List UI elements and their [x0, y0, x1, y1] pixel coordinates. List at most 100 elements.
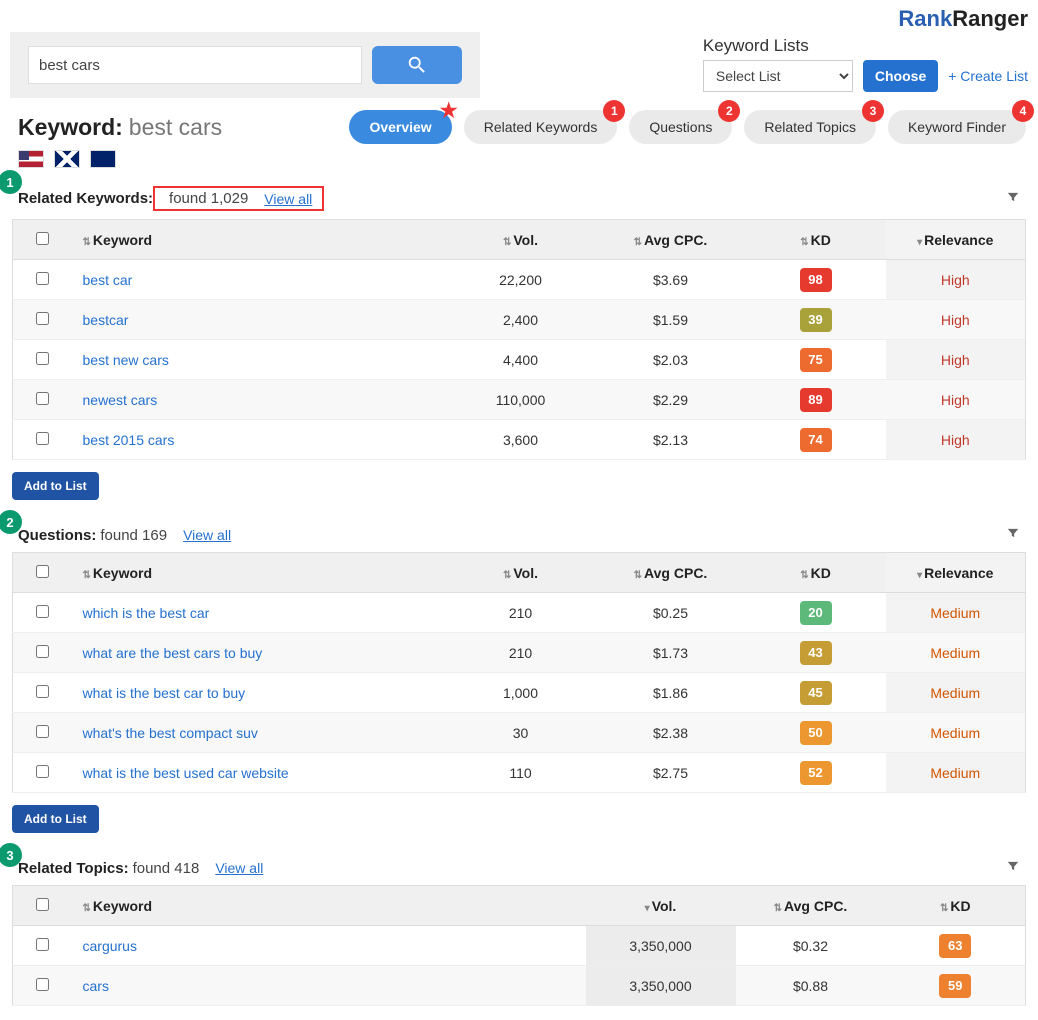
keyword-link[interactable]: best new cars: [83, 352, 169, 368]
row-checkbox[interactable]: [36, 432, 49, 445]
tab-badge: 2: [718, 100, 740, 122]
table-row: what is the best car to buy 1,000 $1.86 …: [13, 673, 1026, 713]
add-to-list-button[interactable]: Add to List: [12, 472, 99, 500]
cpc-cell: $2.75: [596, 753, 746, 793]
row-checkbox[interactable]: [36, 605, 49, 618]
cpc-cell: $2.29: [596, 380, 746, 420]
filter-icon[interactable]: [1006, 859, 1020, 877]
kd-chip: 74: [800, 428, 832, 452]
keyword-link[interactable]: best car: [83, 272, 133, 288]
vol-cell: 3,350,000: [586, 926, 736, 966]
view-all-link[interactable]: View all: [264, 191, 312, 207]
row-checkbox[interactable]: [36, 765, 49, 778]
keyword-link[interactable]: best 2015 cars: [83, 432, 175, 448]
table-row: what is the best used car website 110 $2…: [13, 753, 1026, 793]
relevance-cell: High: [886, 420, 1026, 460]
found-count: found 169: [100, 527, 167, 544]
cpc-cell: $2.03: [596, 340, 746, 380]
table-row: bestcar 2,400 $1.59 39High: [13, 300, 1026, 340]
select-all-checkbox[interactable]: [36, 565, 49, 578]
row-checkbox[interactable]: [36, 272, 49, 285]
select-all-checkbox[interactable]: [36, 232, 49, 245]
section-2: 3Related Topics: found 418View all ⇅Keyw…: [0, 851, 1038, 1006]
cpc-cell: $2.38: [596, 713, 746, 753]
flag-us[interactable]: [18, 150, 44, 168]
add-to-list-button[interactable]: Add to List: [12, 805, 99, 833]
cpc-cell: $1.73: [596, 633, 746, 673]
kd-chip: 75: [800, 348, 832, 372]
kd-chip: 98: [800, 268, 832, 292]
row-checkbox[interactable]: [36, 685, 49, 698]
vol-cell: 2,400: [446, 300, 596, 340]
tab-related-keywords[interactable]: Related Keywords1: [464, 110, 618, 144]
keyword-link[interactable]: what is the best used car website: [83, 765, 289, 781]
select-list-dropdown[interactable]: Select List: [703, 60, 853, 92]
vol-cell: 22,200: [446, 260, 596, 300]
table-row: best new cars 4,400 $2.03 75High: [13, 340, 1026, 380]
keyword-link[interactable]: what's the best compact suv: [83, 725, 258, 741]
kd-chip: 50: [800, 721, 832, 745]
row-checkbox[interactable]: [36, 978, 49, 991]
tab-related-topics[interactable]: Related Topics3: [744, 110, 876, 144]
kd-chip: 43: [800, 641, 832, 665]
select-all-checkbox[interactable]: [36, 898, 49, 911]
keyword-link[interactable]: what is the best car to buy: [83, 685, 246, 701]
cpc-cell: $0.25: [596, 593, 746, 633]
relevance-cell: Medium: [886, 633, 1026, 673]
highlight-box: found 1,029View all: [153, 186, 324, 211]
keyword-lists-title: Keyword Lists: [703, 36, 1028, 56]
vol-cell: 30: [446, 713, 596, 753]
relevance-cell: Medium: [886, 753, 1026, 793]
tab-overview[interactable]: Overview★: [349, 110, 451, 144]
vol-cell: 110: [446, 753, 596, 793]
keyword-link[interactable]: what are the best cars to buy: [83, 645, 263, 661]
keyword-link[interactable]: bestcar: [83, 312, 129, 328]
kd-chip: 45: [800, 681, 832, 705]
flag-au[interactable]: [90, 150, 116, 168]
section-0: 1Related Keywords:found 1,029View all ⇅K…: [0, 178, 1038, 460]
section-title: Related Keywords:: [18, 190, 153, 207]
row-checkbox[interactable]: [36, 312, 49, 325]
found-count: found 418: [133, 860, 200, 877]
choose-list-button[interactable]: Choose: [863, 60, 938, 92]
row-checkbox[interactable]: [36, 352, 49, 365]
vol-cell: 210: [446, 593, 596, 633]
section-title: Questions:: [18, 527, 96, 544]
kd-chip: 89: [800, 388, 832, 412]
create-list-link[interactable]: + Create List: [948, 68, 1028, 84]
keyword-link[interactable]: newest cars: [83, 392, 158, 408]
row-checkbox[interactable]: [36, 645, 49, 658]
filter-icon[interactable]: [1006, 526, 1020, 544]
row-checkbox[interactable]: [36, 392, 49, 405]
relevance-cell: High: [886, 340, 1026, 380]
table-row: what's the best compact suv 30 $2.38 50M…: [13, 713, 1026, 753]
tab-badge: 1: [603, 100, 625, 122]
keyword-link[interactable]: cars: [83, 978, 109, 994]
filter-icon[interactable]: [1006, 190, 1020, 208]
relevance-cell: High: [886, 380, 1026, 420]
tab-questions[interactable]: Questions2: [629, 110, 732, 144]
keyword-link[interactable]: cargurus: [83, 938, 137, 954]
view-all-link[interactable]: View all: [183, 527, 231, 543]
vol-cell: 3,600: [446, 420, 596, 460]
vol-cell: 3,350,000: [586, 966, 736, 1006]
relevance-cell: High: [886, 260, 1026, 300]
relevance-cell: Medium: [886, 593, 1026, 633]
kd-chip: 20: [800, 601, 832, 625]
search-button[interactable]: [372, 46, 462, 84]
vol-cell: 110,000: [446, 380, 596, 420]
cpc-cell: $2.13: [596, 420, 746, 460]
table-row: what are the best cars to buy 210 $1.73 …: [13, 633, 1026, 673]
table-row: best car 22,200 $3.69 98 High: [13, 260, 1026, 300]
tab-keyword-finder[interactable]: Keyword Finder4: [888, 110, 1026, 144]
row-checkbox[interactable]: [36, 938, 49, 951]
cpc-cell: $3.69: [596, 260, 746, 300]
row-checkbox[interactable]: [36, 725, 49, 738]
flag-uk[interactable]: [54, 150, 80, 168]
keyword-search-input[interactable]: [28, 46, 362, 84]
view-all-link[interactable]: View all: [215, 860, 263, 876]
star-icon: ★: [440, 98, 458, 123]
cpc-cell: $0.88: [736, 966, 886, 1006]
kd-chip: 39: [800, 308, 832, 332]
keyword-link[interactable]: which is the best car: [83, 605, 210, 621]
